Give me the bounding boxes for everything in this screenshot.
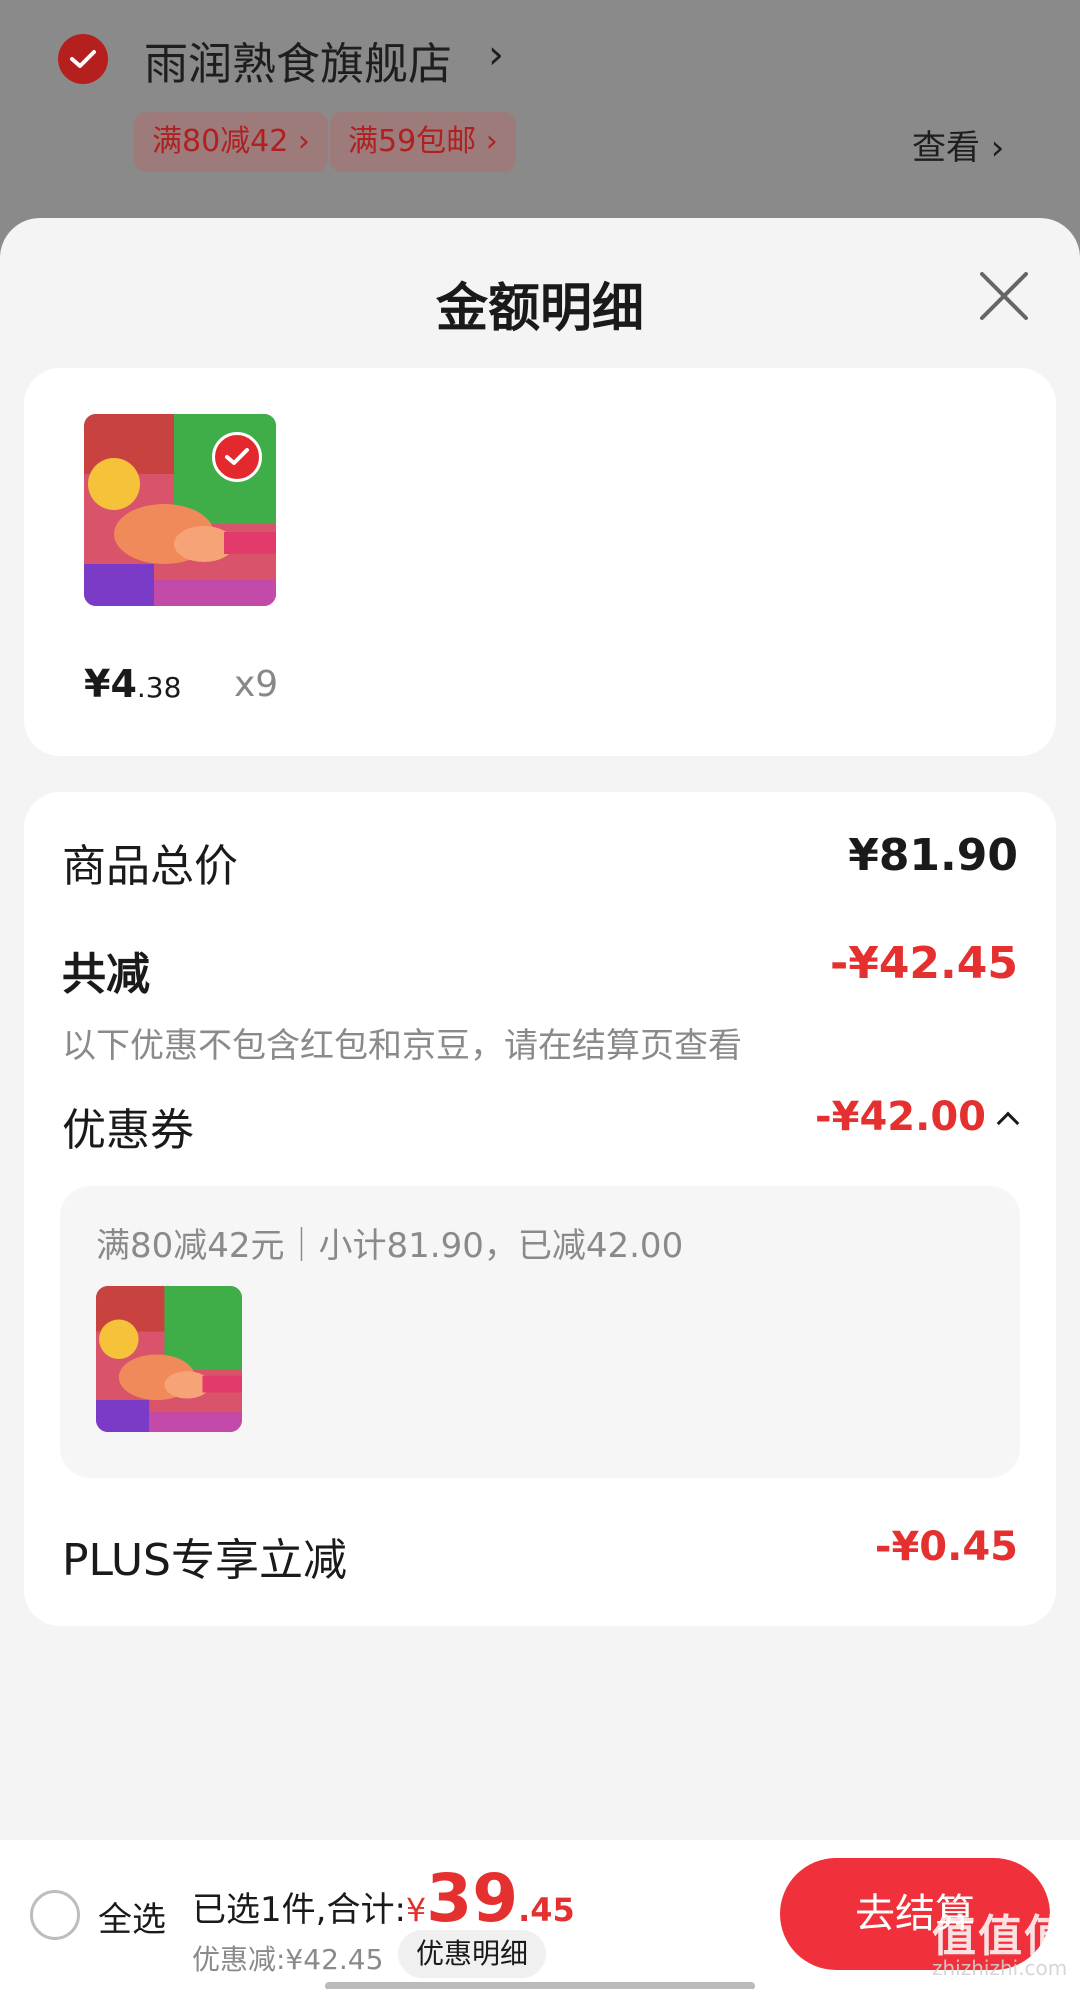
- item-price-int: ¥4: [84, 662, 137, 706]
- coupon-label: 优惠券: [62, 1105, 194, 1156]
- total-decimal: .45: [518, 1891, 575, 1929]
- item-price-dec: .38: [136, 671, 182, 704]
- select-all-radio[interactable]: [30, 1890, 80, 1940]
- store-name[interactable]: 雨润熟食旗舰店: [144, 28, 452, 92]
- selected-count-text: 已选1件,合计:: [192, 1890, 406, 1930]
- coupon-detail-box: 满80减42元｜小计81.90，已减42.00: [60, 1186, 1020, 1478]
- plus-discount-value: -¥0.45: [874, 1524, 1018, 1570]
- sheet-title: 金额明细: [435, 279, 644, 339]
- goods-total-label: 商品总价: [62, 841, 238, 892]
- chevron-up-icon[interactable]: [996, 1111, 1020, 1135]
- watermark-logo: 值值值: [932, 1911, 1070, 1962]
- store-checkbox-checked-icon[interactable]: [58, 34, 108, 84]
- item-checked-icon[interactable]: [212, 432, 262, 482]
- promo-tag-discount[interactable]: 满80减42 ›: [134, 112, 328, 172]
- select-all-label[interactable]: 全选: [98, 1892, 166, 1941]
- goods-total-value: ¥81.90: [848, 830, 1018, 881]
- selected-items-card: ¥4.38 x9: [24, 368, 1056, 756]
- store-chevron-right-icon[interactable]: ›: [488, 32, 504, 78]
- total-currency: ¥: [405, 1891, 427, 1929]
- reduction-note: 以下优惠不包含红包和京豆，请在结算页查看: [62, 1026, 742, 1066]
- watermark-url: zhizhizhi.com: [932, 1956, 1068, 1980]
- total-reduction-value: -¥42.45: [829, 938, 1018, 989]
- discount-detail-button[interactable]: 优惠明细: [398, 1930, 547, 1978]
- amount-detail-card: 商品总价 ¥81.90 共减 -¥42.45 以下优惠不包含红包和京豆，请在结算…: [24, 792, 1056, 1626]
- coupon-value: -¥42.00: [815, 1094, 986, 1140]
- product-thumbnail[interactable]: [84, 414, 276, 606]
- total-reduction-label: 共减: [62, 949, 150, 1000]
- promo-tag-free-shipping[interactable]: 满59包邮 ›: [330, 112, 516, 172]
- close-icon[interactable]: [978, 270, 1030, 322]
- coupon-detail-text: 满80减42元｜小计81.90，已减42.00: [96, 1226, 684, 1266]
- amount-detail-sheet: 金额明细 ¥4.38 x9 商品总价 ¥81.90 共减 -¥42.45 以下优…: [0, 218, 1080, 1989]
- total-line: 已选1件,合计:¥39.45: [192, 1860, 575, 1937]
- discount-summary: 优惠减:¥42.45: [192, 1943, 384, 1976]
- home-indicator: [325, 1982, 755, 1989]
- total-integer: 39: [426, 1860, 519, 1937]
- coupon-product-thumbnail: [96, 1286, 242, 1432]
- plus-discount-label: PLUS专享立减: [62, 1535, 347, 1586]
- coupon-toggle[interactable]: -¥42.00: [815, 1094, 1020, 1140]
- view-link[interactable]: 查看 ›: [912, 120, 1004, 169]
- checkout-bar: 全选 已选1件,合计:¥39.45 优惠减:¥42.45 优惠明细 去结算: [0, 1840, 1080, 1989]
- item-unit-price: ¥4.38: [84, 662, 181, 706]
- item-quantity: x9: [234, 664, 279, 705]
